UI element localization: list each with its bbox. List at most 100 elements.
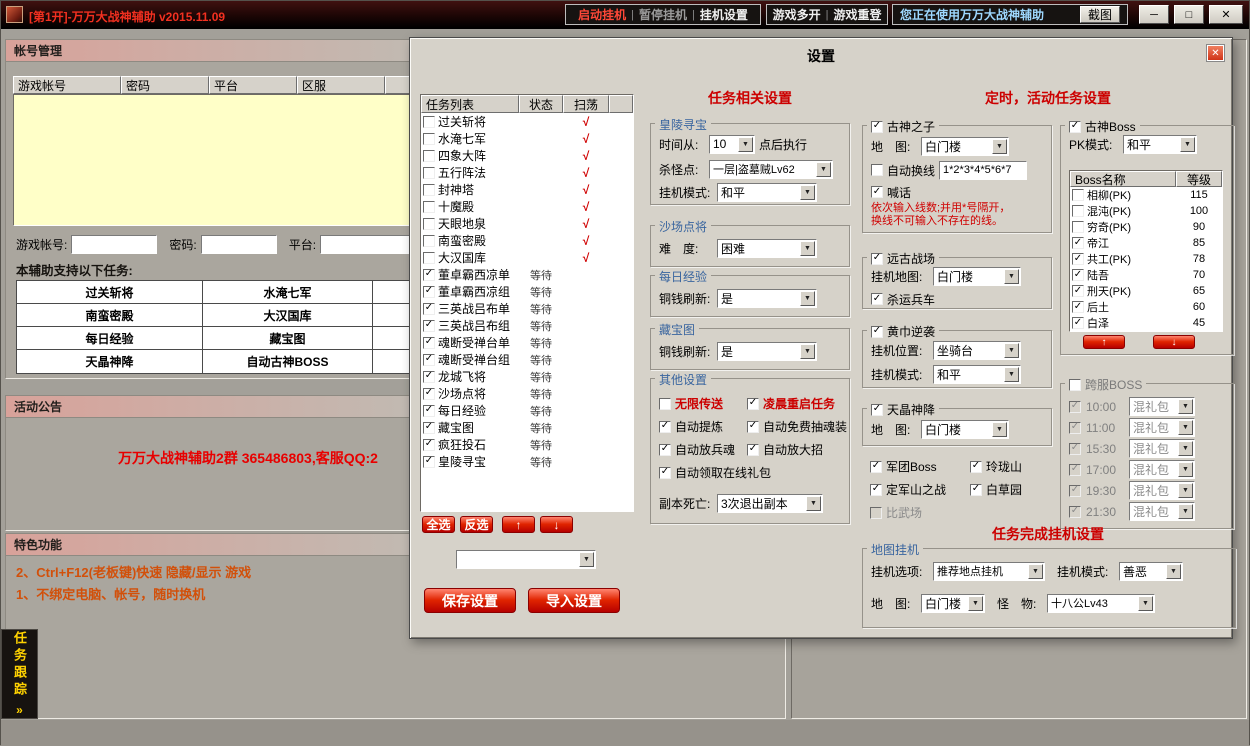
chevron-down-icon[interactable]: ▼ xyxy=(1004,367,1019,382)
task-row[interactable]: 疯狂投石等待 xyxy=(421,436,633,453)
chevron-down-icon[interactable]: ▼ xyxy=(1166,564,1181,579)
task-row[interactable]: 大汉国库√ xyxy=(421,249,633,266)
hangup-settings-button[interactable]: 挂机设置 xyxy=(700,6,748,23)
boss-move-up-button[interactable]: ↑ xyxy=(1083,335,1125,349)
task-checkbox[interactable] xyxy=(423,371,435,383)
map-select[interactable]: 白门楼▼ xyxy=(921,420,1009,439)
boss-row[interactable]: 相柳(PK)115 xyxy=(1070,187,1222,203)
task-checkbox[interactable] xyxy=(423,167,435,179)
option-checkbox-item[interactable]: 自动领取在线礼包 xyxy=(659,464,847,481)
time-checkbox[interactable] xyxy=(1069,506,1081,518)
boss-row[interactable]: 混沌(PK)100 xyxy=(1070,203,1222,219)
chevron-down-icon[interactable]: ▼ xyxy=(1004,343,1019,358)
boss-row[interactable]: 陆吾70 xyxy=(1070,267,1222,283)
activity-checkbox-item[interactable]: 定军山之战 xyxy=(870,481,970,498)
task-checkbox[interactable] xyxy=(423,286,435,298)
task-tracking-tab[interactable]: 任务跟踪 » xyxy=(1,629,38,719)
gushen-boss-checkbox[interactable] xyxy=(1069,121,1081,133)
task-row[interactable]: 水淹七军√ xyxy=(421,130,633,147)
maximize-button[interactable]: □ xyxy=(1174,5,1204,24)
task-row[interactable]: 五行阵法√ xyxy=(421,164,633,181)
hangup-mode-select[interactable]: 和平▼ xyxy=(717,183,817,202)
task-checkbox[interactable] xyxy=(423,218,435,230)
coin-refresh-select[interactable]: 是▼ xyxy=(717,289,817,308)
task-row[interactable]: 三英战吕布单等待 xyxy=(421,300,633,317)
option-checkbox-item[interactable]: 自动免费抽魂装 xyxy=(747,418,847,435)
chevron-down-icon[interactable]: ▼ xyxy=(992,422,1007,437)
gushen-son-checkbox[interactable] xyxy=(871,121,883,133)
gift-select[interactable]: 混礼包▼ xyxy=(1129,397,1195,416)
boss-row[interactable]: 共工(PK)78 xyxy=(1070,251,1222,267)
chevron-down-icon[interactable]: ▼ xyxy=(800,241,815,256)
option-checkbox-item[interactable]: 自动放大招 xyxy=(747,441,847,458)
select-all-button[interactable]: 全选 xyxy=(422,516,455,533)
huangjin-checkbox[interactable] xyxy=(871,326,883,338)
coin-refresh-select[interactable]: 是▼ xyxy=(717,342,817,361)
move-down-button[interactable]: ↓ xyxy=(540,516,573,533)
task-checkbox[interactable] xyxy=(423,405,435,417)
move-up-button[interactable]: ↑ xyxy=(502,516,535,533)
time-checkbox[interactable] xyxy=(1069,464,1081,476)
option-checkbox-item[interactable]: 自动提炼 xyxy=(659,418,747,435)
activity-checkbox[interactable] xyxy=(870,507,882,519)
task-row[interactable]: 魂断受禅台单等待 xyxy=(421,334,633,351)
hangup-mode-select[interactable]: 和平▼ xyxy=(933,365,1021,384)
chevron-down-icon[interactable]: ▼ xyxy=(968,596,983,611)
task-checkbox[interactable] xyxy=(423,235,435,247)
map-select[interactable]: 白门楼▼ xyxy=(921,137,1009,156)
import-settings-button[interactable]: 导入设置 xyxy=(528,588,620,613)
chevron-down-icon[interactable]: ▼ xyxy=(1138,596,1153,611)
gift-select[interactable]: 混礼包▼ xyxy=(1129,481,1195,500)
task-row[interactable]: 魂断受禅台组等待 xyxy=(421,351,633,368)
time-checkbox[interactable] xyxy=(1069,401,1081,413)
chevron-down-icon[interactable]: ▼ xyxy=(992,139,1007,154)
gift-select[interactable]: 混礼包▼ xyxy=(1129,502,1195,521)
password-input[interactable] xyxy=(201,235,277,254)
time-checkbox[interactable] xyxy=(1069,485,1081,497)
task-checkbox[interactable] xyxy=(423,150,435,162)
chevron-down-icon[interactable]: ▼ xyxy=(1178,399,1193,414)
gift-select[interactable]: 混礼包▼ xyxy=(1129,460,1195,479)
option-checkbox[interactable] xyxy=(659,467,671,479)
activity-checkbox-item[interactable]: 军团Boss xyxy=(870,458,970,475)
time-checkbox[interactable] xyxy=(1069,422,1081,434)
hangup-mode-select[interactable]: 善恶▼ xyxy=(1119,562,1183,581)
death-action-select[interactable]: 3次退出副本▼ xyxy=(717,494,823,513)
column-header[interactable]: 任务列表 xyxy=(421,95,519,113)
task-row[interactable]: 十魔殿√ xyxy=(421,198,633,215)
activity-checkbox[interactable] xyxy=(970,461,982,473)
task-row[interactable]: 董卓霸西凉单等待 xyxy=(421,266,633,283)
boss-checkbox[interactable] xyxy=(1072,285,1084,297)
task-preset-select[interactable]: ▼ xyxy=(456,550,596,569)
multi-open-button[interactable]: 游戏多开 xyxy=(773,6,821,23)
task-checkbox[interactable] xyxy=(423,422,435,434)
chevron-down-icon[interactable]: ▼ xyxy=(738,137,753,152)
boss-checkbox[interactable] xyxy=(1072,301,1084,313)
chevron-down-icon[interactable]: ▼ xyxy=(1178,462,1193,477)
task-checkbox[interactable] xyxy=(423,201,435,213)
close-dialog-button[interactable]: ✕ xyxy=(1207,45,1224,61)
task-checkbox[interactable] xyxy=(423,320,435,332)
chevron-down-icon[interactable]: ▼ xyxy=(806,496,821,511)
option-checkbox-item[interactable]: 无限传送 xyxy=(659,395,747,412)
start-hangup-button[interactable]: 启动挂机 xyxy=(578,6,626,23)
close-window-button[interactable]: ✕ xyxy=(1209,5,1243,24)
task-row[interactable]: 沙场点将等待 xyxy=(421,385,633,402)
task-checkbox[interactable] xyxy=(423,269,435,281)
difficulty-select[interactable]: 困难▼ xyxy=(717,239,817,258)
activity-checkbox[interactable] xyxy=(870,484,882,496)
option-checkbox-item[interactable]: 自动放兵魂 xyxy=(659,441,747,458)
chevron-down-icon[interactable]: ▼ xyxy=(579,552,594,567)
column-header[interactable]: 等级 xyxy=(1176,171,1222,187)
task-checkbox[interactable] xyxy=(423,252,435,264)
hangup-position-select[interactable]: 坐骑台▼ xyxy=(933,341,1021,360)
boss-row[interactable]: 刑天(PK)65 xyxy=(1070,283,1222,299)
chevron-down-icon[interactable]: ▼ xyxy=(800,185,815,200)
boss-checkbox[interactable] xyxy=(1072,189,1084,201)
task-checkbox[interactable] xyxy=(423,354,435,366)
boss-checkbox[interactable] xyxy=(1072,253,1084,265)
hangup-map-select[interactable]: 白门楼▼ xyxy=(933,267,1021,286)
save-settings-button[interactable]: 保存设置 xyxy=(424,588,516,613)
chevron-down-icon[interactable]: ▼ xyxy=(1004,269,1019,284)
invert-selection-button[interactable]: 反选 xyxy=(460,516,493,533)
